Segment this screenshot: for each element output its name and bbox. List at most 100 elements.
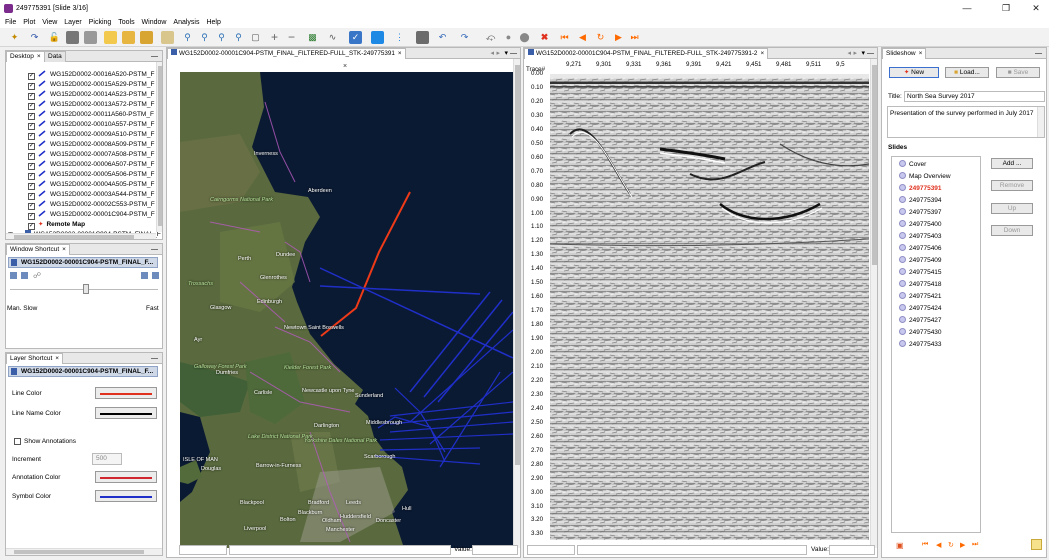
zoom-out-icon[interactable]: ⚲ bbox=[198, 31, 211, 44]
nav-left-icon[interactable]: ◂ bbox=[490, 48, 494, 59]
tree-item[interactable]: ✓ WG152D0002-00002C553-PSTM_F bbox=[28, 200, 155, 210]
visibility-checkbox[interactable]: ✓ bbox=[28, 213, 35, 220]
slide-item[interactable]: 249775415 bbox=[899, 267, 942, 278]
add-icon[interactable]: + bbox=[268, 31, 281, 44]
visibility-checkbox[interactable]: ✓ bbox=[28, 73, 35, 80]
visibility-checkbox[interactable]: ✓ bbox=[28, 123, 35, 130]
pan-icon[interactable]: ▢ bbox=[249, 31, 262, 44]
lock-icon[interactable]: 🔓 bbox=[48, 31, 61, 44]
close-window-button[interactable]: ✕ bbox=[1024, 2, 1048, 15]
tree-item[interactable]: ✓ WG152D0002-00003A544-PSTM_F bbox=[28, 190, 154, 200]
add-slide-button[interactable]: Add ... bbox=[991, 158, 1033, 169]
tree-item[interactable]: ✓ WG152D0002-00007A508-PSTM_F bbox=[28, 150, 154, 160]
menu-help[interactable]: Help bbox=[206, 17, 220, 28]
tab-map-view[interactable]: WG152D0002-00001C904-PSTM_FINAL_FILTERED… bbox=[167, 48, 406, 59]
minimize-button[interactable]: — bbox=[955, 2, 979, 15]
window-icon-2[interactable] bbox=[21, 272, 28, 279]
tab-slideshow[interactable]: Slideshow × bbox=[882, 48, 927, 59]
nav-left-icon[interactable]: ◂ bbox=[847, 48, 851, 59]
maximize-button[interactable]: ❐ bbox=[994, 2, 1018, 15]
tab-window-shortcut[interactable]: Window Shortcut × bbox=[6, 244, 70, 255]
title-input[interactable]: North Sea Survey 2017 bbox=[904, 91, 1045, 102]
tree-item[interactable]: ✓ WG152D0002-00016A520-PSTM_F bbox=[28, 70, 154, 80]
visibility-checkbox[interactable]: ✓ bbox=[28, 183, 35, 190]
map-close-marker[interactable]: × bbox=[343, 63, 347, 70]
visibility-checkbox[interactable]: ✓ bbox=[28, 153, 35, 160]
zoom-in-icon[interactable]: ⚲ bbox=[181, 31, 194, 44]
light-icon[interactable]: ● bbox=[502, 31, 515, 44]
slide-item[interactable]: Cover bbox=[899, 159, 926, 170]
tab-data[interactable]: Data bbox=[44, 51, 66, 62]
shape-icon[interactable]: ⬤ bbox=[518, 31, 531, 44]
tree-item[interactable]: ✓ WG152D0002-00001C904-PSTM_F bbox=[28, 210, 155, 220]
tree-item-remote-map[interactable]: ✓ ✦ Remote Map bbox=[28, 220, 85, 230]
visibility-checkbox[interactable]: ✓ bbox=[28, 193, 35, 200]
zoom-window-icon[interactable]: ⚲ bbox=[232, 31, 245, 44]
refresh-slide-icon[interactable]: ↻ bbox=[948, 541, 954, 549]
zoom-extent-icon[interactable]: ⚲ bbox=[215, 31, 228, 44]
slide-item[interactable]: 249775409 bbox=[899, 255, 942, 266]
visibility-checkbox[interactable]: ✓ bbox=[28, 173, 35, 180]
map-vscrollbar[interactable] bbox=[513, 59, 520, 548]
visibility-checkbox[interactable]: ✓ bbox=[28, 83, 35, 90]
slide-item[interactable]: 249775403 bbox=[899, 231, 942, 242]
move-up-button[interactable]: Up bbox=[991, 203, 1033, 214]
symbol-color-swatch[interactable] bbox=[95, 490, 157, 502]
bar-chart-icon[interactable]: ▩ bbox=[306, 31, 319, 44]
close-icon[interactable]: × bbox=[760, 50, 764, 57]
slide-item[interactable]: 249775418 bbox=[899, 279, 942, 290]
visibility-checkbox[interactable]: ✓ bbox=[28, 113, 35, 120]
speed-slider-thumb[interactable] bbox=[83, 284, 89, 294]
increment-input[interactable]: 500 bbox=[92, 453, 122, 465]
panel-minimize-icon[interactable]: — bbox=[151, 244, 158, 255]
visibility-checkbox[interactable]: ✓ bbox=[28, 203, 35, 210]
close-icon[interactable]: × bbox=[919, 50, 923, 57]
present-icon[interactable]: ▣ bbox=[896, 541, 904, 550]
line-color-swatch[interactable] bbox=[95, 387, 157, 399]
bookmark-icon[interactable] bbox=[1031, 539, 1042, 550]
window-icon-4[interactable] bbox=[152, 272, 159, 279]
tree-item[interactable]: ✓ WG152D0002-00009A510-PSTM_F bbox=[28, 130, 154, 140]
seismic-vscrollbar[interactable] bbox=[870, 59, 877, 548]
undo-icon[interactable]: ↶ bbox=[436, 31, 449, 44]
slide-item[interactable]: 249775391 bbox=[899, 183, 942, 194]
first-icon[interactable]: ⏮ bbox=[558, 31, 571, 44]
tree-item[interactable]: ✓ WG152D0002-00008A509-PSTM_F bbox=[28, 140, 154, 150]
window-icon-1[interactable] bbox=[10, 272, 17, 279]
slide-item[interactable]: 249775421 bbox=[899, 291, 942, 302]
tree-item[interactable]: ✓ WG152D0002-00006A507-PSTM_F bbox=[28, 160, 154, 170]
tab-layer-shortcut[interactable]: Layer Shortcut × bbox=[6, 353, 64, 364]
panel-minimize-icon[interactable]: — bbox=[151, 353, 158, 364]
tree-item[interactable]: ✓ WG152D0002-00010A557-PSTM_F bbox=[28, 120, 154, 130]
layer-shortcut-selection[interactable]: WG152D0002-00001C904-PSTM_FINAL_F... bbox=[8, 366, 158, 377]
next-icon[interactable]: ▶ bbox=[612, 31, 625, 44]
window-shortcut-selection[interactable]: WG152D0002-00001C904-PSTM_FINAL_F... bbox=[8, 257, 158, 268]
slide-item[interactable]: 249775424 bbox=[899, 303, 942, 314]
save-slideshow-button[interactable]: ■ Save bbox=[996, 67, 1040, 78]
visibility-checkbox[interactable]: ✓ bbox=[28, 93, 35, 100]
new-slideshow-button[interactable]: ✦ New bbox=[889, 67, 939, 78]
nav-right-icon[interactable]: ▸ bbox=[853, 48, 857, 59]
slide-item[interactable]: 249775394 bbox=[899, 195, 942, 206]
dropdown-icon[interactable]: ▾ bbox=[861, 48, 865, 59]
menu-layer[interactable]: Layer bbox=[64, 17, 82, 28]
folder-icon[interactable] bbox=[122, 31, 135, 44]
close-icon[interactable]: × bbox=[398, 50, 402, 57]
tree-item[interactable]: ✓ WG152D0002-00005A506-PSTM_F bbox=[28, 170, 154, 180]
previous-icon[interactable]: ◀ bbox=[576, 31, 589, 44]
visibility-checkbox[interactable]: ✓ bbox=[28, 133, 35, 140]
previous-slide-icon[interactable]: ◀ bbox=[936, 541, 941, 549]
menu-plot[interactable]: Plot bbox=[23, 17, 35, 28]
description-textarea[interactable]: Presentation of the survey performed in … bbox=[887, 106, 1045, 138]
notes-icon[interactable] bbox=[161, 31, 174, 44]
tree-hscrollbar[interactable] bbox=[6, 233, 156, 239]
visibility-checkbox[interactable]: ✓ bbox=[28, 163, 35, 170]
menu-file[interactable]: File bbox=[5, 17, 16, 28]
slide-item[interactable]: Map Overview bbox=[899, 171, 951, 182]
camera-icon[interactable] bbox=[416, 31, 429, 44]
slide-item[interactable]: 249775433 bbox=[899, 339, 942, 350]
menu-analysis[interactable]: Analysis bbox=[173, 17, 199, 28]
remove-slide-button[interactable]: Remove bbox=[991, 180, 1033, 191]
grid-dots-icon[interactable]: ⋮ bbox=[393, 31, 406, 44]
delete-icon[interactable]: ✖ bbox=[538, 31, 551, 44]
